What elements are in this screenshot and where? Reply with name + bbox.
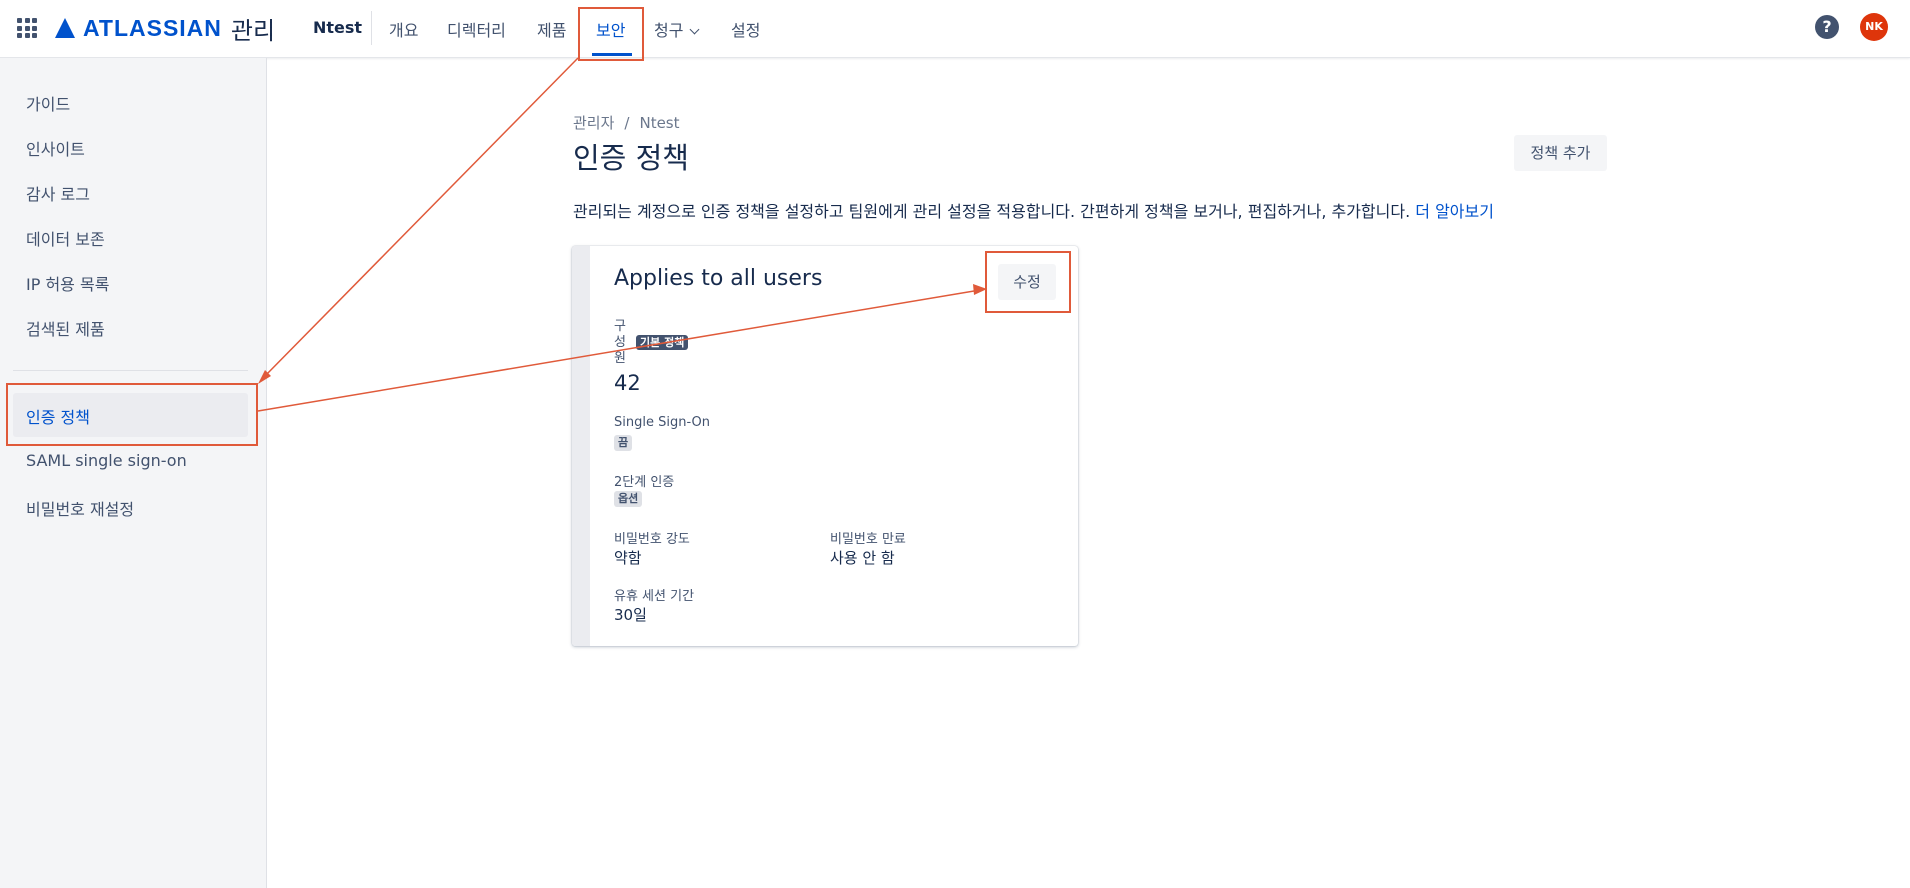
two-step-status-badge: 옵션 — [614, 491, 643, 507]
brand-name: ATLASSIAN — [83, 14, 222, 41]
atlassian-logo-icon — [55, 18, 75, 38]
sidebar: 가이드 인사이트 감사 로그 데이터 보존 IP 허용 목록 검색된 제품 인증… — [0, 58, 267, 888]
app-switcher-icon[interactable] — [17, 18, 37, 38]
members-count: 42 — [614, 371, 641, 395]
nav-billing[interactable]: 청구 — [654, 17, 700, 41]
nav-billing-label: 청구 — [654, 21, 684, 40]
breadcrumb-org[interactable]: Ntest — [639, 114, 679, 132]
sidebar-item-password-reset[interactable]: 비밀번호 재설정 — [26, 496, 134, 520]
card-stripe — [572, 246, 590, 646]
sidebar-item-ip-allowlist[interactable]: IP 허용 목록 — [26, 271, 109, 295]
default-policy-badge: 기본 정책 — [636, 335, 689, 350]
sidebar-item-data-residency[interactable]: 데이터 보존 — [26, 226, 105, 250]
product-name: 관리 — [230, 16, 276, 45]
two-step-label: 2단계 인증 — [614, 475, 675, 490]
nav-org-name[interactable]: Ntest — [313, 18, 362, 37]
idle-session-label: 유휴 세션 기간 — [614, 589, 695, 604]
password-expiry-label: 비밀번호 만료 — [830, 532, 906, 547]
annotation-box-edit-button — [985, 251, 1071, 313]
chevron-down-icon — [690, 24, 700, 35]
nav-divider — [371, 11, 372, 45]
top-navigation: ATLASSIAN 관리 Ntest 개요 디렉터리 제품 보안 청구 설정 ?… — [0, 0, 1910, 58]
sidebar-item-audit-log[interactable]: 감사 로그 — [26, 181, 90, 205]
nav-overview[interactable]: 개요 — [389, 17, 418, 41]
nav-products[interactable]: 제품 — [537, 17, 566, 41]
sidebar-item-guide[interactable]: 가이드 — [26, 91, 70, 115]
sidebar-item-insights[interactable]: 인사이트 — [26, 136, 85, 160]
breadcrumb: 관리자 / Ntest — [573, 112, 680, 133]
page-title: 인증 정책 — [573, 141, 689, 175]
sidebar-divider — [13, 370, 248, 371]
annotation-box-security-tab — [578, 7, 644, 61]
annotation-box-auth-policy — [6, 383, 258, 446]
sso-status-badge: 끔 — [614, 435, 633, 451]
breadcrumb-admin[interactable]: 관리자 — [573, 114, 614, 132]
help-icon[interactable]: ? — [1815, 15, 1839, 39]
breadcrumb-separator: / — [624, 114, 630, 132]
avatar[interactable]: NK — [1860, 13, 1888, 41]
sidebar-item-discovered-products[interactable]: 검색된 제품 — [26, 316, 105, 340]
password-strength-label: 비밀번호 강도 — [614, 532, 690, 547]
password-expiry-value: 사용 안 함 — [830, 549, 895, 567]
description-text: 관리되는 계정으로 인증 정책을 설정하고 팀원에게 관리 설정을 적용합니다.… — [573, 202, 1411, 221]
add-policy-button[interactable]: 정책 추가 — [1514, 135, 1607, 171]
sidebar-item-saml-sso[interactable]: SAML single sign-on — [26, 451, 187, 470]
sso-label: Single Sign-On — [614, 415, 710, 430]
page-description: 관리되는 계정으로 인증 정책을 설정하고 팀원에게 관리 설정을 적용합니다.… — [573, 198, 1494, 222]
nav-settings[interactable]: 설정 — [731, 17, 760, 41]
learn-more-link[interactable]: 더 알아보기 — [1415, 202, 1494, 221]
atlassian-admin-logo[interactable]: ATLASSIAN 관리 — [55, 13, 276, 45]
policy-title: Applies to all users — [614, 266, 823, 291]
password-strength-value: 약함 — [614, 549, 642, 567]
nav-directory[interactable]: 디렉터리 — [447, 17, 506, 41]
arrow-security-to-sidebar — [263, 57, 579, 378]
members-label: 구성원 — [614, 319, 626, 366]
idle-session-value: 30일 — [614, 606, 647, 624]
